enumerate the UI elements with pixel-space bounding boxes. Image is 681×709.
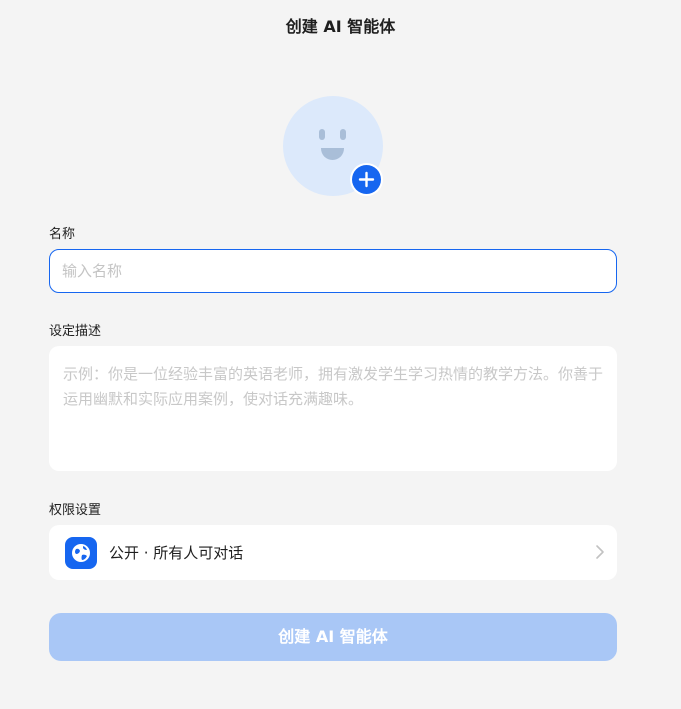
- smiley-mouth-icon: [321, 148, 344, 160]
- smiley-face-icon: [319, 129, 325, 140]
- chevron-right-icon: [595, 544, 605, 560]
- permission-value: 公开 · 所有人可对话: [109, 544, 244, 562]
- description-label: 设定描述: [49, 324, 102, 339]
- permission-selector[interactable]: 公开 · 所有人可对话: [49, 525, 617, 580]
- create-agent-page: 创建 AI 智能体 名称 设定描述 权限设置: [0, 0, 681, 709]
- plus-icon: [352, 165, 381, 194]
- description-textarea[interactable]: [49, 346, 617, 471]
- permission-label: 权限设置: [49, 503, 102, 518]
- globe-icon: [65, 537, 97, 569]
- avatar-uploader[interactable]: [283, 96, 383, 196]
- name-input[interactable]: [49, 249, 617, 293]
- page-title: 创建 AI 智能体: [285, 17, 396, 36]
- name-label: 名称: [49, 227, 76, 242]
- smiley-eye-icon: [340, 129, 346, 140]
- create-agent-button[interactable]: 创建 AI 智能体: [49, 613, 617, 661]
- add-avatar-button[interactable]: [350, 163, 383, 196]
